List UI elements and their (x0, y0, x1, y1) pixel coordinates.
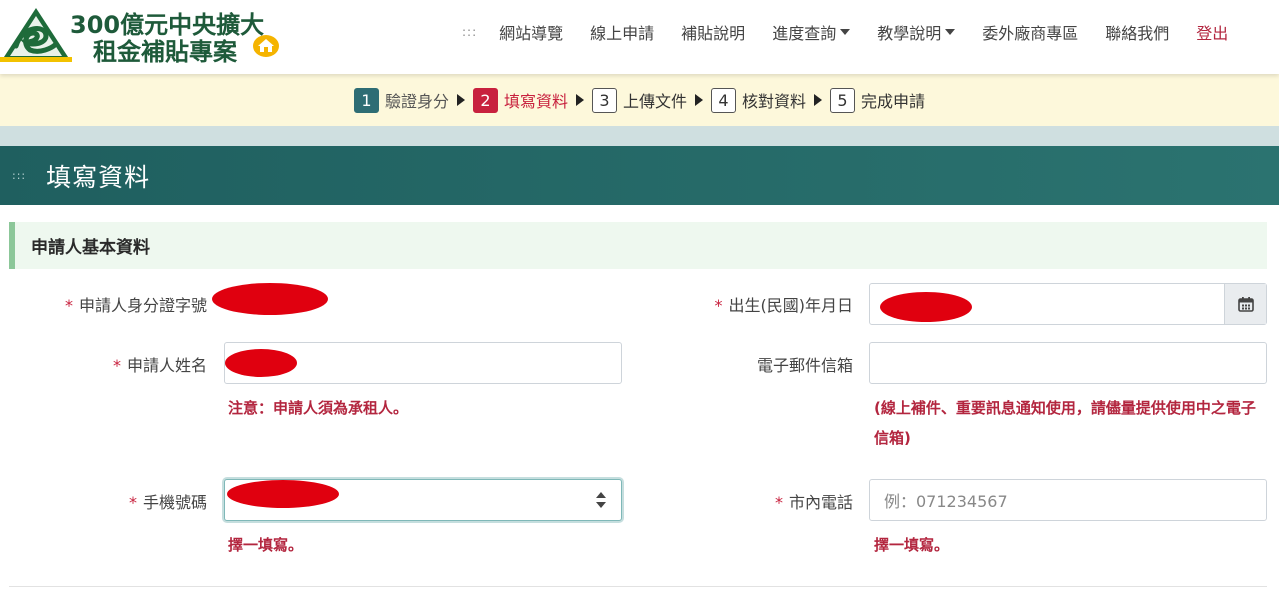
chevron-down-icon (945, 29, 956, 35)
step-number: 5 (830, 87, 856, 113)
required-mark: * (774, 493, 783, 512)
progress-steps: 1 驗證身分 2 填寫資料 3 上傳文件 4 核對資料 5 完成申請 (0, 74, 1279, 126)
landline-placeholder: 例：071234567 (884, 492, 1008, 511)
landline-label: * 市內電話 (775, 489, 853, 513)
name-note: 注意：申請人須為承租人。 (228, 399, 409, 417)
divider-strip (0, 126, 1279, 146)
email-input[interactable] (869, 342, 1267, 384)
number-spinner-icon[interactable] (595, 490, 607, 510)
nav-item-label: 線上申請 (590, 24, 655, 43)
site-logo[interactable]: 300億元中央擴大 租金補貼專案 (0, 2, 290, 66)
nav-item-label: 委外廠商專區 (982, 24, 1079, 43)
label-text: 申請人姓名 (126, 356, 207, 375)
step-number: 4 (711, 87, 736, 113)
nav-accesskey[interactable]: ::: (462, 25, 477, 39)
section-divider (9, 586, 1267, 587)
step-review-data: 4 核對資料 (711, 87, 823, 113)
nav-item-label: 教學說明 (877, 24, 942, 43)
step-upload-docs: 3 上傳文件 (591, 87, 703, 113)
label-text: 市內電話 (788, 493, 853, 512)
nav-item-sitemap[interactable]: 網站導覽 (499, 20, 563, 44)
email-label: 電子郵件信箱 (756, 356, 853, 375)
nav-item-label: 補貼說明 (681, 24, 746, 43)
calendar-icon (1237, 297, 1254, 312)
nav-item-contact[interactable]: 聯絡我們 (1105, 20, 1169, 44)
main-nav: ::: 網站導覽 線上申請 補貼說明 進度查詢 教學說明 委外廠商專區 聯絡我們… (462, 20, 1228, 44)
site-header: 300億元中央擴大 租金補貼專案 ::: 網站導覽 線上申請 補貼說明 進度查詢… (0, 0, 1279, 74)
landline-note: 擇一填寫。 (874, 536, 950, 554)
email-note: (線上補件、重要訊息通知使用，請儘量提供使用中之電子信箱) (874, 399, 1256, 447)
label-text: 出生(民國)年月日 (728, 296, 854, 315)
arrow-right-icon (575, 94, 584, 106)
birth-date-input[interactable] (869, 283, 1267, 325)
label-text: 手機號碼 (142, 493, 207, 512)
applicant-name-label: * 申請人姓名 (113, 352, 207, 376)
step-label: 驗證身分 (384, 92, 449, 111)
label-text: 申請人身分證字號 (78, 296, 207, 315)
redacted-birth-value (880, 292, 972, 322)
landline-input[interactable]: 例：071234567 (869, 479, 1267, 521)
required-mark: * (112, 356, 121, 375)
step-number: 1 (353, 87, 379, 113)
step-complete: 5 完成申請 (830, 87, 926, 113)
step-label: 完成申請 (861, 92, 926, 111)
logo-mark-icon (0, 8, 72, 62)
nav-item-vendor-zone[interactable]: 委外廠商專區 (982, 20, 1078, 44)
arrow-right-icon (695, 94, 703, 106)
nav-item-tutorial[interactable]: 教學說明 (877, 20, 956, 44)
nav-item-label: 網站導覽 (499, 24, 564, 43)
birth-date-label: * 出生(民國)年月日 (715, 292, 854, 316)
step-number: 3 (591, 87, 617, 113)
chevron-down-icon (840, 29, 851, 35)
redacted-mobile-value (227, 480, 339, 508)
step-fill-data: 2 填寫資料 (472, 87, 584, 113)
page-title-bar: ::: 填寫資料 (0, 146, 1279, 205)
required-mark: * (64, 296, 73, 315)
logout-link[interactable]: 登出 (1196, 20, 1228, 44)
step-label: 填寫資料 (503, 92, 568, 111)
step-label: 核對資料 (742, 92, 807, 111)
nav-item-label: 進度查詢 (772, 24, 837, 43)
logo-title-line2: 租金補貼專案 (93, 38, 237, 66)
mobile-label: * 手機號碼 (129, 489, 207, 513)
applicant-name-input[interactable] (224, 342, 622, 384)
section-title: 申請人基本資料 (9, 222, 1267, 269)
content-accesskey[interactable]: ::: (12, 169, 26, 182)
arrow-right-icon (456, 94, 465, 106)
page-title: 填寫資料 (46, 162, 151, 192)
id-number-label: * 申請人身分證字號 (65, 292, 207, 316)
nav-item-subsidy-info[interactable]: 補貼說明 (681, 20, 745, 44)
step-verify-identity: 1 驗證身分 (353, 87, 465, 113)
calendar-button[interactable] (1224, 284, 1266, 324)
mobile-note: 擇一填寫。 (228, 536, 304, 554)
required-mark: * (714, 296, 723, 315)
nav-item-progress-query[interactable]: 進度查詢 (772, 20, 851, 44)
step-number: 2 (472, 87, 498, 113)
nav-item-apply-online[interactable]: 線上申請 (590, 20, 654, 44)
redacted-id-value (212, 283, 328, 315)
arrow-right-icon (814, 94, 823, 106)
house-icon (253, 35, 279, 57)
required-mark: * (128, 493, 137, 512)
mobile-input[interactable] (224, 479, 622, 521)
step-label: 上傳文件 (622, 92, 687, 111)
redacted-name-value (225, 349, 297, 377)
